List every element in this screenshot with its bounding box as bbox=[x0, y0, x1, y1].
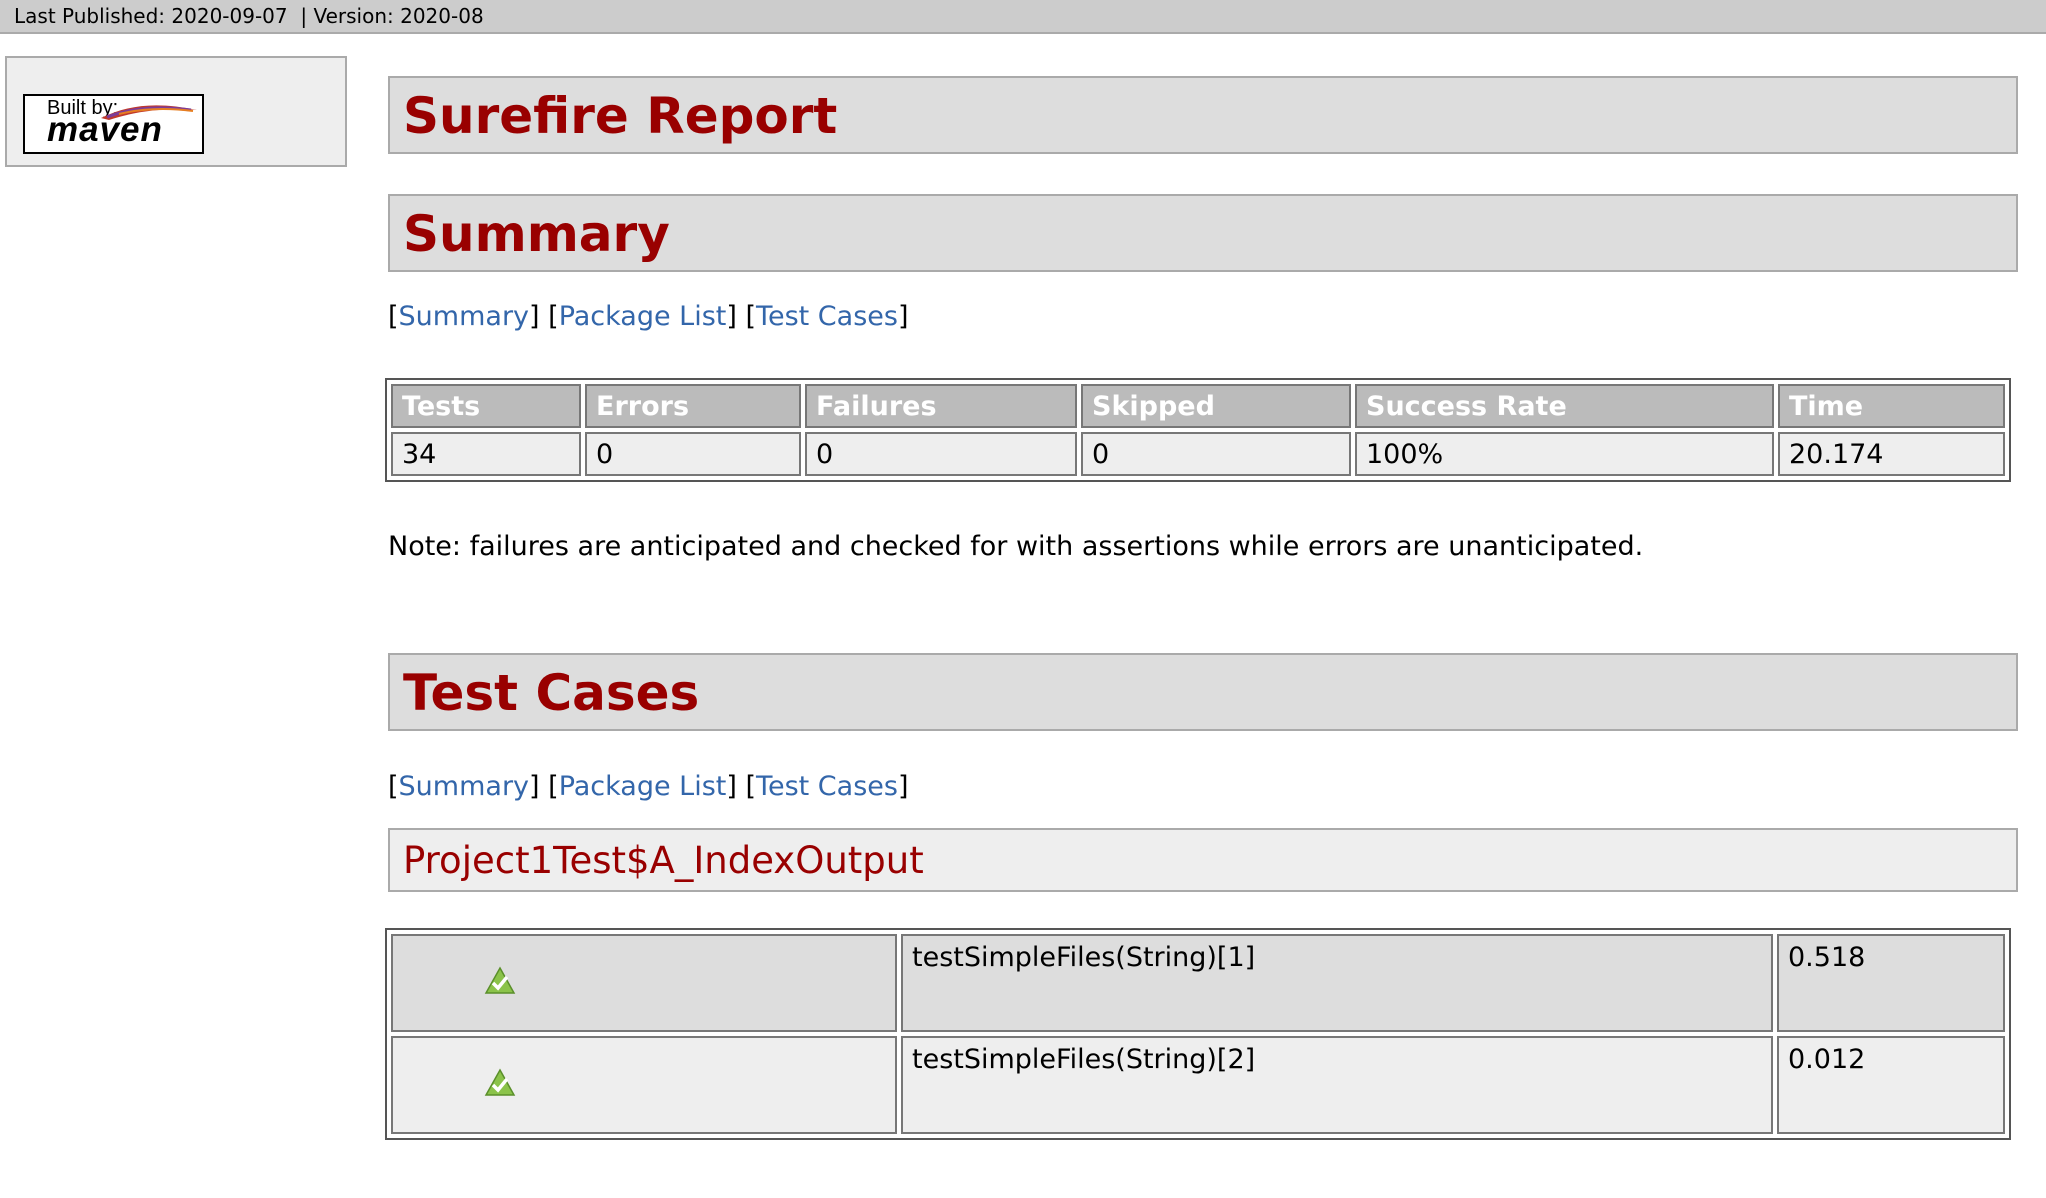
nav-summary-link[interactable]: Summary bbox=[399, 301, 529, 332]
nav-test-cases-link[interactable]: Test Cases bbox=[756, 771, 898, 802]
errors-value: 0 bbox=[585, 432, 801, 476]
test-name: testSimpleFiles(String)[2] bbox=[901, 1036, 1773, 1134]
summary-table: Tests Errors Failures Skipped Success Ra… bbox=[385, 378, 2011, 482]
success-check-icon bbox=[484, 1068, 516, 1096]
banner-separator: | bbox=[300, 4, 308, 28]
nav-summary-link[interactable]: Summary bbox=[399, 771, 529, 802]
nav-package-list-link[interactable]: Package List bbox=[559, 771, 727, 802]
summary-header-row: Tests Errors Failures Skipped Success Ra… bbox=[391, 384, 2005, 428]
table-row: testSimpleFiles(String)[2] 0.012 bbox=[391, 1036, 2005, 1134]
table-row: testSimpleFiles(String)[1] 0.518 bbox=[391, 934, 2005, 1032]
time-value: 20.174 bbox=[1778, 432, 2005, 476]
test-cases-table: testSimpleFiles(String)[1] 0.518 testSim… bbox=[385, 928, 2011, 1140]
col-errors: Errors bbox=[585, 384, 801, 428]
status-cell bbox=[391, 934, 897, 1032]
failures-value: 0 bbox=[805, 432, 1077, 476]
report-title: Surefire Report bbox=[388, 76, 2018, 154]
built-by-maven-logo[interactable]: Built by: maven bbox=[23, 94, 204, 154]
col-tests: Tests bbox=[391, 384, 581, 428]
test-cases-nav: [Summary] [Package List] [Test Cases] bbox=[388, 771, 909, 802]
summary-nav: [Summary] [Package List] [Test Cases] bbox=[388, 301, 909, 332]
col-failures: Failures bbox=[805, 384, 1077, 428]
tests-value: 34 bbox=[391, 432, 581, 476]
left-sidebar: Built by: maven bbox=[5, 56, 347, 167]
main-content: Surefire Report Summary [Summary] [Packa… bbox=[385, 76, 2018, 1140]
test-cases-heading: Test Cases bbox=[388, 653, 2018, 731]
nav-test-cases-link[interactable]: Test Cases bbox=[756, 301, 898, 332]
nav-package-list-link[interactable]: Package List bbox=[559, 301, 727, 332]
summary-note: Note: failures are anticipated and check… bbox=[388, 531, 1644, 562]
version: Version: 2020-08 bbox=[313, 4, 484, 28]
test-time: 0.518 bbox=[1777, 934, 2005, 1032]
maven-wordmark: maven bbox=[47, 110, 163, 149]
col-success-rate: Success Rate bbox=[1355, 384, 1774, 428]
skipped-value: 0 bbox=[1081, 432, 1351, 476]
test-class-heading: Project1Test$A_IndexOutput bbox=[388, 828, 2018, 892]
success-check-icon bbox=[484, 966, 516, 994]
top-banner: Last Published: 2020-09-07 | Version: 20… bbox=[0, 0, 2046, 34]
test-time: 0.012 bbox=[1777, 1036, 2005, 1134]
col-time: Time bbox=[1778, 384, 2005, 428]
test-name: testSimpleFiles(String)[1] bbox=[901, 934, 1773, 1032]
last-published: Last Published: 2020-09-07 bbox=[14, 4, 288, 28]
status-cell bbox=[391, 1036, 897, 1134]
success-rate-value: 100% bbox=[1355, 432, 1774, 476]
col-skipped: Skipped bbox=[1081, 384, 1351, 428]
summary-values-row: 34 0 0 0 100% 20.174 bbox=[391, 432, 2005, 476]
summary-heading: Summary bbox=[388, 194, 2018, 272]
